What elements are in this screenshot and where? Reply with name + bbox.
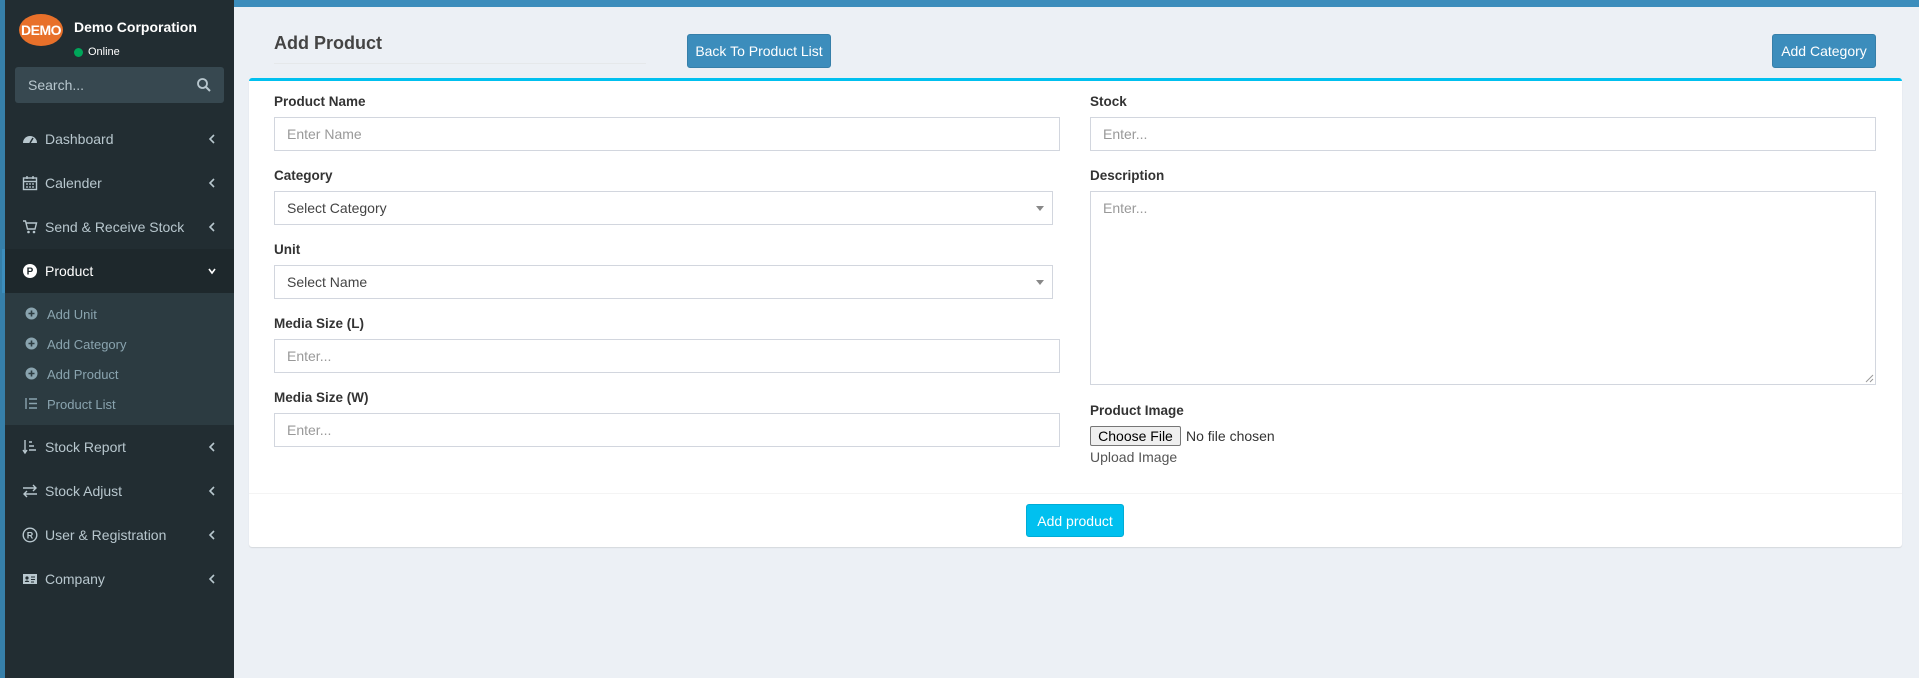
chevron-left-icon (208, 530, 215, 540)
sidebar-item-company[interactable]: Company (5, 557, 234, 601)
online-status-label: Online (88, 46, 120, 58)
plus-circle-icon (25, 367, 38, 380)
form-footer-divider (249, 493, 1902, 494)
online-status: Online (74, 46, 120, 58)
media-size-w-input[interactable] (274, 413, 1060, 447)
add-product-submit-button[interactable]: Add product (1026, 504, 1124, 537)
id-card-icon (23, 574, 37, 584)
search-icon[interactable] (196, 77, 212, 93)
unit-select[interactable]: Select Name (274, 265, 1053, 299)
stock-input[interactable] (1090, 117, 1876, 151)
submenu-item-add-category[interactable]: Add Category (5, 329, 234, 359)
upload-image-hint: Upload Image (1090, 449, 1178, 465)
sidebar-item-stock-report[interactable]: Stock Report (5, 425, 234, 469)
chevron-left-icon (208, 222, 215, 232)
header-divider (274, 63, 646, 64)
dropdown-caret-icon (1036, 206, 1044, 211)
sidebar-menu: Dashboard Calender Send & Receive Stock … (2, 117, 234, 601)
sidebar-item-dashboard[interactable]: Dashboard (5, 117, 234, 161)
submenu-item-label: Product List (47, 396, 116, 412)
sidebar-item-label: Stock Report (45, 439, 126, 455)
submenu-item-add-unit[interactable]: Add Unit (5, 299, 234, 329)
submenu-item-label: Add Category (47, 336, 127, 352)
registered-icon: R (22, 527, 38, 543)
list-icon (25, 398, 37, 409)
sidebar-item-label: Send & Receive Stock (45, 219, 185, 235)
media-size-l-input[interactable] (274, 339, 1060, 373)
search-input[interactable] (15, 67, 185, 103)
choose-file-button[interactable]: Choose File (1090, 426, 1181, 446)
category-select[interactable]: Select Category (274, 191, 1053, 225)
top-navbar (234, 0, 1919, 7)
cart-icon (23, 220, 38, 234)
unit-select-value: Select Name (287, 274, 368, 290)
category-select-value: Select Category (287, 200, 387, 216)
calendar-icon (22, 176, 38, 191)
page-title: Add Product (274, 33, 382, 53)
sidebar-item-calender[interactable]: Calender (5, 161, 234, 205)
sidebar: DEMO Demo Corporation Online Dashboard C… (0, 0, 234, 678)
sidebar-item-label: Dashboard (45, 131, 114, 147)
sidebar-item-send-receive-stock[interactable]: Send & Receive Stock (5, 205, 234, 249)
sidebar-item-label: Product (45, 263, 94, 279)
stock-label: Stock (1090, 94, 1127, 109)
svg-text:R: R (27, 531, 34, 541)
product-image-label: Product Image (1090, 403, 1184, 418)
resize-handle-icon[interactable] (1864, 373, 1874, 383)
company-name: Demo Corporation (74, 19, 197, 35)
description-textarea[interactable] (1090, 191, 1876, 385)
sidebar-item-label: User & Registration (45, 527, 167, 543)
sidebar-item-user-registration[interactable]: R User & Registration (5, 513, 234, 557)
sidebar-search (15, 67, 224, 103)
plus-circle-icon (25, 307, 38, 320)
category-label: Category (274, 168, 333, 183)
chevron-left-icon (208, 442, 215, 452)
media-size-w-label: Media Size (W) (274, 390, 369, 405)
file-status-text: No file chosen (1186, 428, 1275, 444)
dashboard-icon (23, 136, 37, 144)
chevron-down-icon (208, 268, 216, 275)
chevron-left-icon (208, 486, 215, 496)
submenu-item-label: Add Product (47, 366, 119, 382)
sidebar-item-stock-adjust[interactable]: Stock Adjust (5, 469, 234, 513)
company-logo: DEMO (19, 14, 63, 46)
chevron-left-icon (208, 574, 215, 584)
submenu-item-add-product[interactable]: Add Product (5, 359, 234, 389)
description-label: Description (1090, 168, 1165, 183)
unit-label: Unit (274, 242, 301, 257)
sidebar-item-label: Company (45, 571, 105, 587)
submenu-item-label: Add Unit (47, 306, 97, 322)
media-size-l-label: Media Size (L) (274, 316, 365, 331)
online-dot-icon (74, 47, 83, 57)
sidebar-item-label: Calender (45, 175, 102, 191)
chevron-left-icon (208, 178, 215, 188)
back-to-product-list-button[interactable]: Back To Product List (687, 34, 831, 68)
plus-circle-icon (25, 337, 38, 350)
dropdown-caret-icon (1036, 280, 1044, 285)
product-name-label: Product Name (274, 94, 366, 109)
add-category-button[interactable]: Add Category (1772, 34, 1876, 68)
sidebar-item-label: Stock Adjust (45, 483, 123, 499)
product-name-input[interactable] (274, 117, 1060, 151)
submenu-item-product-list[interactable]: Product List (5, 389, 234, 419)
sort-list-icon (22, 440, 36, 455)
svg-text:P: P (27, 267, 34, 278)
exchange-icon (23, 484, 37, 498)
product-p-icon: P (23, 264, 37, 278)
product-submenu: Add Unit Add Category Add Product Produc… (5, 293, 234, 425)
sidebar-item-product[interactable]: P Product (2, 249, 234, 293)
chevron-left-icon (208, 134, 215, 144)
